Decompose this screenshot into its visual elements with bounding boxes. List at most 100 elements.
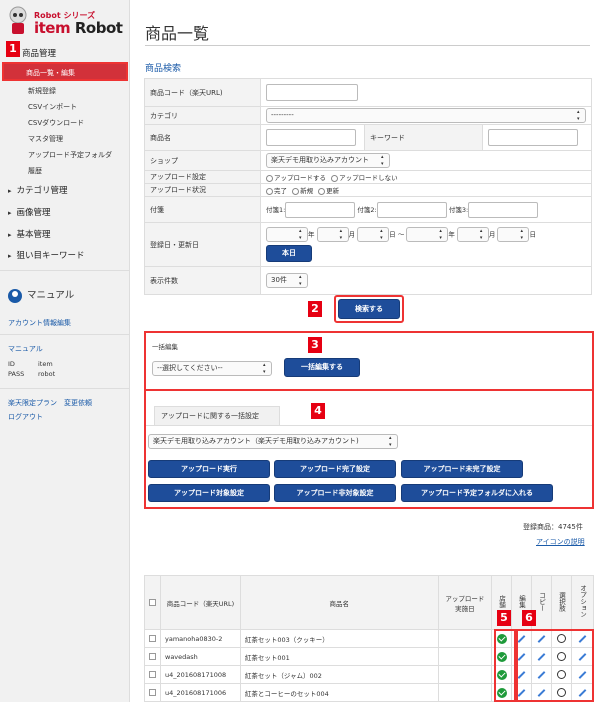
upload-setting-label: アップロード設定: [144, 170, 261, 184]
row-checkbox[interactable]: [149, 671, 156, 678]
tag1-input[interactable]: [285, 201, 356, 218]
to-year-select[interactable]: [406, 227, 449, 242]
tag3-input[interactable]: [468, 201, 539, 218]
row-upload-date: [437, 683, 493, 702]
nav-item-csv-download[interactable]: CSVダウンロード: [28, 118, 84, 128]
row-code: u4_201608171008: [160, 665, 241, 684]
status-update-radio[interactable]: [318, 187, 326, 195]
bulk-edit-select[interactable]: --選択してください--: [152, 361, 272, 376]
row-name: 紅茶とコーヒーのセット004: [239, 683, 439, 702]
status-new-label: 新規: [300, 187, 314, 195]
upload-folder-button[interactable]: アップロード予定フォルダに入れる: [401, 484, 553, 502]
logout-link[interactable]: ログアウト: [8, 412, 43, 422]
user-icon: [8, 288, 22, 303]
keyword-label: キーワード: [364, 124, 483, 151]
shop-select[interactable]: 楽天デモ用取り込みアカウント: [266, 153, 390, 168]
nav-image-management[interactable]: ▸ 画像管理: [8, 206, 51, 218]
upload-bulk-body: 楽天デモ用取り込みアカウント（楽天デモ用取り込みアカウント) アップロード実行 …: [146, 425, 592, 507]
nav-category-management[interactable]: ▸ カテゴリ管理: [8, 184, 68, 196]
to-month-select[interactable]: [456, 227, 489, 242]
status-update-label: 更新: [326, 187, 340, 195]
tab-upload-bulk[interactable]: アップロードに関する一括設定: [154, 406, 280, 426]
bulk-edit-title: 一括編集: [152, 343, 178, 351]
marker-6: 6: [522, 610, 536, 626]
account-edit-link[interactable]: アカウント情報編集: [8, 318, 71, 328]
nav-keyword[interactable]: ▸ 狙い目キーワード: [8, 249, 85, 261]
from-month-select[interactable]: [316, 227, 349, 242]
plan-change-link[interactable]: 楽天限定プラン 変更依頼: [8, 398, 92, 408]
status-done-label: 完了: [274, 187, 287, 195]
upload-no-radio[interactable]: [331, 174, 339, 182]
robot-logo-icon: [9, 6, 27, 34]
upload-nontarget-button[interactable]: アップロード非対象設定: [274, 484, 396, 502]
nav-product-management[interactable]: 商品管理: [22, 47, 56, 59]
shop-label: ショップ: [144, 150, 261, 171]
manual-link[interactable]: マニュアル: [8, 344, 43, 354]
account-pass: PASS robot: [8, 370, 56, 378]
nav-item-csv-import[interactable]: CSVインポート: [28, 102, 77, 112]
row-code: wavedash: [160, 647, 241, 666]
search-button[interactable]: 検索する: [338, 299, 400, 319]
row-upload-date: [437, 665, 493, 684]
page-title: 商品一覧: [145, 24, 210, 43]
nav-item-history[interactable]: 履歴: [28, 166, 42, 176]
marker-1: 1: [6, 41, 20, 57]
caret-right-icon: ▸: [8, 209, 12, 217]
caret-right-icon: ▸: [8, 231, 12, 239]
bulk-divider: [146, 389, 592, 391]
category-label: カテゴリ: [144, 106, 261, 125]
count-select[interactable]: 30件: [266, 273, 308, 288]
nav-basic-management[interactable]: ▸ 基本管理: [8, 228, 51, 240]
upload-run-button[interactable]: アップロード実行: [148, 460, 270, 478]
upload-incomplete-button[interactable]: アップロード未完了設定: [401, 460, 523, 478]
product-name-input[interactable]: [266, 129, 356, 146]
icon-help-link[interactable]: アイコンの説明: [536, 537, 585, 547]
row-checkbox[interactable]: [149, 635, 156, 642]
select-all-checkbox[interactable]: [149, 599, 156, 606]
nav-item-product-list[interactable]: 商品一覧・編集: [2, 62, 128, 81]
action-columns-highlight: [516, 629, 594, 702]
caret-right-icon: ▸: [8, 187, 12, 195]
sidebar-divider: [0, 334, 130, 335]
row-checkbox[interactable]: [149, 689, 156, 696]
col-edit: 編集: [517, 595, 526, 608]
product-name-label: 商品名: [144, 124, 261, 151]
shop-column-highlight: [494, 629, 516, 702]
marker-5: 5: [497, 610, 511, 626]
status-new-radio[interactable]: [292, 187, 300, 195]
row-checkbox[interactable]: [149, 653, 156, 660]
account-id: ID item: [8, 360, 53, 368]
tag1-label: 付箋1:: [266, 205, 286, 214]
tag-label: 付箋: [144, 196, 261, 223]
upload-status-label: アップロード状況: [144, 183, 261, 197]
col-code: 商品コード（楽天URL): [160, 575, 241, 630]
code-input[interactable]: [266, 84, 358, 101]
upload-account-select[interactable]: 楽天デモ用取り込みアカウント（楽天デモ用取り込みアカウント): [148, 434, 398, 449]
title-divider: [145, 45, 590, 46]
nav-item-new[interactable]: 新規登録: [28, 86, 56, 96]
marker-3: 3: [308, 337, 322, 353]
row-name: 紅茶セット003（クッキー）: [239, 629, 439, 648]
bulk-edit-button[interactable]: 一括編集する: [284, 358, 360, 377]
from-day-select[interactable]: [357, 227, 390, 242]
row-name: 紅茶セット001: [239, 647, 439, 666]
upload-yes-radio[interactable]: [266, 174, 273, 182]
tag2-input[interactable]: [376, 201, 447, 218]
from-year-select[interactable]: [266, 227, 308, 242]
registered-count: 登録商品：4745件: [523, 523, 583, 531]
status-done-radio[interactable]: [266, 187, 273, 195]
search-button-highlight: 検索する: [334, 295, 404, 323]
upload-complete-button[interactable]: アップロード完了設定: [274, 460, 396, 478]
keyword-input[interactable]: [488, 129, 578, 146]
code-label: 商品コード（楽天URL): [144, 78, 261, 107]
nav-item-master[interactable]: マスタ管理: [28, 134, 63, 144]
category-select[interactable]: ---------: [266, 108, 586, 123]
today-button[interactable]: 本日: [266, 245, 312, 262]
row-code: yamanoha0830-2: [160, 629, 241, 648]
to-day-select[interactable]: [497, 227, 530, 242]
nav-item-upload-folder[interactable]: アップロード予定フォルダ: [28, 150, 112, 160]
upload-target-button[interactable]: アップロード対象設定: [148, 484, 270, 502]
col-option: オプション: [578, 585, 587, 618]
search-section-title: 商品検索: [145, 64, 182, 74]
search-form: 商品コード（楽天URL) カテゴリ --------- 商品名 キーワード ショ…: [144, 78, 592, 295]
